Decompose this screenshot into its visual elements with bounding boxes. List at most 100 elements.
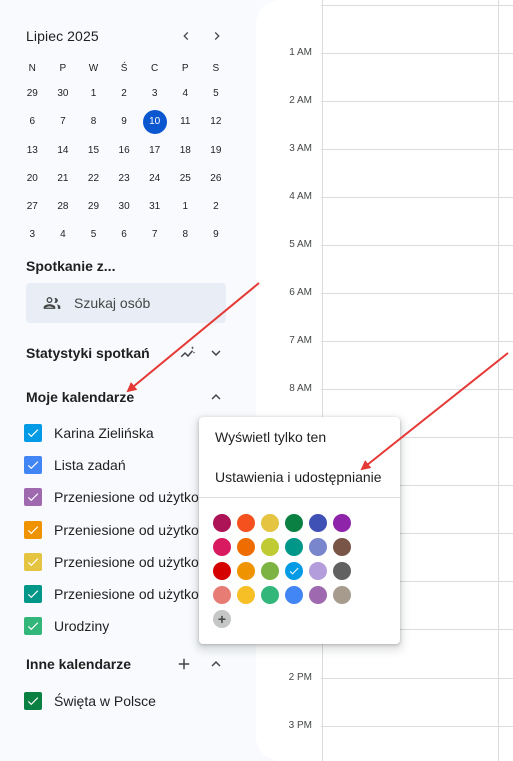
mini-calendar-day[interactable]: 31 [139,193,170,221]
plus-icon[interactable] [174,654,194,674]
mini-calendar-day[interactable]: 2 [201,193,232,221]
calendar-checkbox[interactable] [24,424,42,442]
other-calendars-section[interactable]: Inne kalendarze [26,652,226,676]
mini-calendar-day[interactable]: 20 [17,165,48,193]
chevron-up-icon[interactable] [206,387,226,407]
mini-calendar-day[interactable]: 17 [139,137,170,165]
mini-calendar-day[interactable]: 7 [139,221,170,249]
calendar-list-item[interactable]: Lista zadań [24,453,204,477]
mini-calendar-day[interactable]: 26 [201,165,232,193]
color-swatch[interactable] [213,538,231,556]
mini-calendar-day[interactable]: 3 [17,221,48,249]
mini-calendar-day[interactable]: 30 [109,193,140,221]
color-swatch[interactable] [261,514,279,532]
mini-calendar-day[interactable]: 12 [201,108,232,136]
mini-calendar-day[interactable]: 13 [17,137,48,165]
calendar-checkbox[interactable] [24,552,42,571]
color-swatch[interactable] [237,514,255,532]
mini-calendar-day[interactable]: 9 [109,108,140,136]
mini-calendar-day[interactable]: 28 [48,193,79,221]
color-swatch[interactable] [213,514,231,532]
mini-calendar-day[interactable]: 25 [170,165,201,193]
menu-item-settings-sharing[interactable]: Ustawienia i udostępnianie [199,457,400,497]
calendar-checkbox[interactable] [24,692,42,710]
mini-calendar-day[interactable]: 7 [48,108,79,136]
mini-calendar-day[interactable]: 4 [48,221,79,249]
mini-calendar-day[interactable]: 24 [139,165,170,193]
mini-calendar-day-today[interactable]: 10 [139,108,170,136]
weekday-header: S [212,63,220,74]
mini-calendar-day[interactable]: 15 [78,137,109,165]
chevron-up-icon[interactable] [206,654,226,674]
chevron-right-icon[interactable] [207,26,227,46]
color-swatch[interactable] [309,562,327,580]
calendar-checkbox[interactable] [24,456,42,475]
color-swatch[interactable] [261,538,279,556]
day-number: 28 [57,201,69,213]
mini-calendar-day[interactable]: 1 [78,80,109,108]
mini-calendar-day[interactable]: 14 [48,137,79,165]
calendar-list-item[interactable]: Przeniesione od użytkownika [24,518,204,542]
color-swatch[interactable] [213,586,231,604]
color-swatch-selected[interactable] [285,562,303,580]
mini-calendar-day[interactable]: 2 [109,80,140,108]
mini-calendar-day[interactable]: 22 [78,165,109,193]
mini-calendar-day[interactable]: 19 [201,137,232,165]
mini-calendar-day[interactable]: 9 [201,221,232,249]
color-swatch[interactable] [237,586,255,604]
mini-calendar-day[interactable]: 1 [170,193,201,221]
calendar-list-item[interactable]: Przeniesione od użytkownika [24,582,204,606]
mini-calendar-day[interactable]: 11 [170,108,201,136]
color-swatch[interactable] [285,538,303,556]
color-swatch[interactable] [237,538,255,556]
calendar-list-item[interactable]: Przeniesione od użytkownika [24,550,204,574]
color-swatch[interactable] [333,538,351,556]
mini-calendar-day[interactable]: 16 [109,137,140,165]
mini-calendar-day[interactable]: 27 [17,193,48,221]
meeting-stats-section[interactable]: Statystyki spotkań [26,341,226,365]
chevron-down-icon[interactable] [206,343,226,363]
color-swatch[interactable] [261,562,279,580]
day-number: 10 [142,110,167,135]
color-swatch[interactable] [333,562,351,580]
color-swatch[interactable] [285,586,303,604]
mini-calendar-day[interactable]: 3 [139,80,170,108]
color-swatch[interactable] [333,514,351,532]
calendar-checkbox[interactable] [24,617,42,636]
color-swatch[interactable] [333,586,351,604]
mini-calendar-day[interactable]: 8 [170,221,201,249]
color-swatch[interactable] [213,562,231,580]
mini-calendar-day[interactable]: 6 [17,108,48,136]
calendar-checkbox[interactable] [24,585,42,603]
mini-calendar-day[interactable]: 8 [78,108,109,136]
day-number: 6 [29,116,36,128]
color-swatch[interactable] [261,586,279,604]
mini-calendar-day[interactable]: 21 [48,165,79,193]
mini-calendar-day[interactable]: 29 [17,80,48,108]
mini-calendar-day[interactable]: 6 [109,221,140,249]
search-people-input[interactable]: Szukaj osób [26,283,226,323]
color-swatch[interactable] [309,538,327,556]
color-swatch[interactable] [309,586,327,604]
calendar-list-item[interactable]: Urodziny [24,614,204,638]
my-calendars-section[interactable]: Moje kalendarze [26,385,226,409]
calendar-list-item[interactable]: Karina Zielińska [24,421,204,445]
mini-calendar-day[interactable]: 4 [170,80,201,108]
mini-calendar-day[interactable]: 18 [170,137,201,165]
color-swatch[interactable] [237,562,255,580]
calendar-list-item[interactable]: Święta w Polsce [24,689,204,713]
insights-icon[interactable] [178,343,198,363]
mini-calendar-day[interactable]: 5 [78,221,109,249]
calendar-list-item[interactable]: Przeniesione od użytkownika [24,485,204,509]
mini-calendar-day[interactable]: 5 [201,80,232,108]
color-swatch[interactable] [285,514,303,532]
mini-calendar-day[interactable]: 23 [109,165,140,193]
mini-calendar-day[interactable]: 30 [48,80,79,108]
mini-calendar-day[interactable]: 29 [78,193,109,221]
menu-item-display-only-this[interactable]: Wyświetl tylko ten [199,417,400,457]
color-swatch[interactable] [309,514,327,532]
chevron-left-icon[interactable] [176,26,196,46]
calendar-checkbox[interactable] [24,520,42,539]
add-custom-color-button[interactable]: + [213,610,231,628]
calendar-checkbox[interactable] [24,488,42,507]
